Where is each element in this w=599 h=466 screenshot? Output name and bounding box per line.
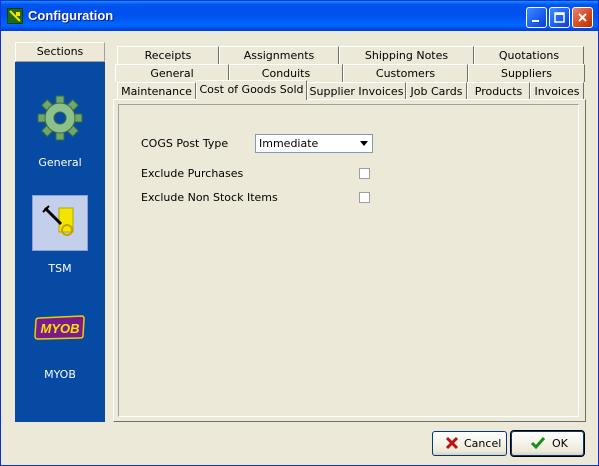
close-button[interactable] — [572, 7, 593, 28]
close-icon — [578, 13, 587, 22]
exclude-non-stock-label: Exclude Non Stock Items — [141, 191, 278, 204]
minimize-button[interactable] — [526, 7, 547, 28]
sections-panel: Sections General TSM MYOB MYOB — [15, 42, 105, 422]
title-bar[interactable]: Configuration — [1, 1, 598, 31]
window-title: Configuration — [28, 8, 114, 23]
maximize-icon — [554, 12, 565, 23]
tab-maintenance[interactable]: Maintenance — [117, 82, 196, 100]
exclude-non-stock-checkbox[interactable] — [359, 192, 370, 203]
cogs-post-type-select[interactable]: Immediate — [255, 134, 373, 153]
app-icon — [7, 8, 23, 24]
gear-icon[interactable] — [32, 90, 88, 146]
myob-logo[interactable]: MYOB — [32, 310, 88, 346]
tab-products[interactable]: Products — [467, 82, 530, 100]
tab-supplier-invoices[interactable]: Supplier Invoices — [307, 82, 406, 100]
tab-customers[interactable]: Customers — [343, 64, 468, 82]
tab-shipping-notes[interactable]: Shipping Notes — [339, 46, 474, 64]
section-tsm-button[interactable] — [32, 195, 88, 251]
tab-invoices[interactable]: Invoices — [530, 82, 584, 100]
svg-text:MYOB: MYOB — [41, 321, 80, 336]
tsm-icon — [42, 205, 74, 236]
tab-panel: COGS Post Type Immediate Exclude Purchas… — [113, 99, 586, 422]
exclude-purchases-label: Exclude Purchases — [141, 167, 244, 180]
tab-job-cards[interactable]: Job Cards — [406, 82, 467, 100]
x-icon — [445, 436, 459, 450]
section-myob-label[interactable]: MYOB — [15, 368, 105, 381]
cogs-post-type-label: COGS Post Type — [141, 137, 229, 150]
ok-button[interactable]: OK — [510, 430, 585, 457]
section-general-label[interactable]: General — [15, 156, 105, 169]
cogs-post-type-value: Immediate — [259, 137, 319, 150]
maximize-button[interactable] — [549, 7, 570, 28]
sections-header: Sections — [15, 42, 105, 62]
ok-label: OK — [552, 437, 568, 450]
cancel-button[interactable]: Cancel — [432, 431, 507, 456]
exclude-purchases-checkbox[interactable] — [359, 168, 370, 179]
tab-quotations[interactable]: Quotations — [474, 46, 584, 64]
checkmark-icon — [530, 437, 546, 450]
tab-assignments[interactable]: Assignments — [219, 46, 339, 64]
tab-receipts[interactable]: Receipts — [117, 46, 219, 64]
tab-cost-of-goods-sold[interactable]: Cost of Goods Sold — [196, 80, 307, 100]
cogs-settings-area: COGS Post Type Immediate Exclude Purchas… — [118, 104, 579, 417]
section-tsm-label[interactable]: TSM — [15, 262, 105, 275]
chevron-down-icon — [360, 141, 368, 146]
tab-suppliers[interactable]: Suppliers — [468, 64, 585, 82]
cancel-label: Cancel — [464, 437, 502, 450]
configuration-window: Configuration Sections General TSM MYOB … — [0, 0, 599, 466]
minimize-icon — [532, 20, 539, 22]
